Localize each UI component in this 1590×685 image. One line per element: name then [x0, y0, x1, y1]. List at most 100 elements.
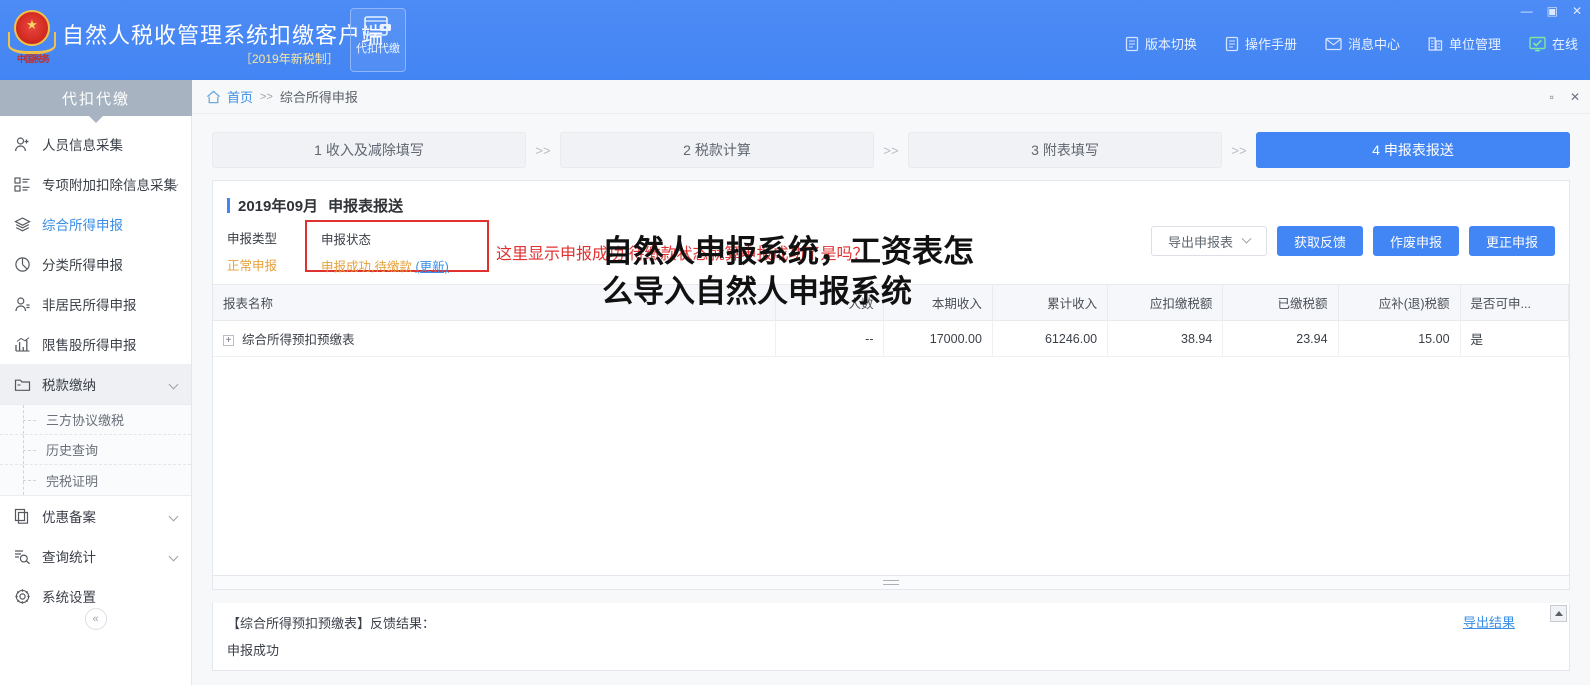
step-declaration-submit[interactable]: 4 申报表报送 — [1256, 132, 1570, 168]
menu-item-online-status[interactable]: 在线 — [1529, 34, 1578, 53]
cell-can-declare: 是 — [1460, 320, 1570, 357]
panel-splitter[interactable] — [213, 575, 1569, 589]
declaration-panel: 2019年09月 申报表报送 申报类型 正常申报 申报状态 申报成功,待缴款 (… — [212, 180, 1570, 590]
sidebar-item-label: 税款缴纳 — [42, 378, 96, 393]
sidebar-item-classified-income[interactable]: 分类所得申报 — [0, 244, 191, 284]
home-icon — [206, 90, 221, 103]
step-label: 2 税款计算 — [683, 142, 751, 158]
column-header-current-income[interactable]: 本期收入 — [883, 284, 993, 321]
cell-tax-paid: 23.94 — [1222, 320, 1339, 357]
declaration-status-value: 申报成功,待缴款 (更新) — [321, 256, 475, 275]
feedback-area: 【综合所得预扣预缴表】反馈结果： 申报成功 导出结果 — [212, 603, 1570, 671]
sidebar-item-label: 查询统计 — [42, 550, 96, 565]
step-income-fill[interactable]: 1 收入及减除填写 — [212, 132, 526, 168]
void-declaration-button[interactable]: 作废申报 — [1372, 226, 1459, 256]
menu-item-message-center[interactable]: 消息中心 — [1325, 34, 1400, 53]
sidebar-item-label: 分类所得申报 — [42, 258, 123, 273]
mode-switch-button[interactable]: 代扣代缴 — [350, 8, 406, 72]
column-header-tax-payable[interactable]: 应扣缴税额 — [1107, 284, 1224, 321]
expand-row-icon[interactable]: + — [223, 335, 234, 347]
declaration-type-value: 正常申报 — [227, 259, 278, 273]
scroll-up-button[interactable] — [1550, 605, 1567, 622]
step-separator: >> — [535, 142, 551, 158]
menu-item-version-switch[interactable]: 版本切换 — [1125, 34, 1197, 53]
sidebar-subitem-tripartite-agreement[interactable]: 三方协议缴税 — [0, 405, 191, 435]
feedback-result: 申报成功 — [227, 643, 280, 658]
application-window: ★ 中国税务 自然人税收管理系统扣缴客户端 ［2019年新税制］ 代扣代缴 版本… — [0, 0, 1590, 685]
copy-icon — [14, 508, 36, 525]
panel-close-button[interactable]: ✕ — [1570, 90, 1580, 104]
chevron-down-icon — [168, 379, 179, 390]
title-bar: ★ 中国税务 自然人税收管理系统扣缴客户端 ［2019年新税制］ 代扣代缴 版本… — [0, 0, 1590, 80]
bar-chart-icon — [14, 336, 36, 353]
get-feedback-button[interactable]: 获取反馈 — [1276, 226, 1363, 256]
app-title: 自然人税收管理系统扣缴客户端 — [62, 23, 385, 48]
action-buttons: 导出申报表 获取反馈 作废申报 更正申报 — [1150, 226, 1555, 256]
chevron-down-icon — [1241, 233, 1252, 244]
sidebar: 代扣代缴 人员信息采集 专项附加扣除信息采集 综合所得申报 分类所得申报 非居民… — [0, 80, 192, 685]
monitor-check-icon — [1529, 36, 1546, 51]
step-label: 1 收入及减除填写 — [314, 142, 424, 158]
column-header-people-count[interactable]: 人数 — [775, 284, 885, 321]
sidebar-item-tax-payment[interactable]: 税款缴纳 — [0, 364, 191, 404]
step-attachment-fill[interactable]: 3 附表填写 — [908, 132, 1222, 168]
sidebar-item-query-statistics[interactable]: 查询统计 — [0, 536, 191, 576]
sidebar-item-label: 系统设置 — [42, 590, 96, 605]
maximize-button[interactable]: ▣ — [1547, 5, 1558, 17]
step-separator: >> — [883, 142, 899, 158]
sidebar-submenu-tax-payment: 三方协议缴税 历史查询 完税证明 — [0, 404, 191, 496]
column-header-report-name[interactable]: 报表名称 — [213, 284, 777, 321]
refresh-status-link[interactable]: (更新) — [415, 260, 448, 274]
column-header-tax-paid[interactable]: 已缴税额 — [1222, 284, 1339, 321]
panel-title-text: 申报表报送 — [328, 198, 404, 215]
sidebar-item-nonresident-income[interactable]: 非居民所得申报 — [0, 284, 191, 324]
breadcrumb-separator: >> — [260, 90, 273, 103]
correct-declaration-button[interactable]: 更正申报 — [1468, 226, 1555, 256]
export-result-link[interactable]: 导出结果 — [1463, 612, 1515, 631]
chevron-down-icon — [168, 511, 179, 522]
document-icon — [1125, 36, 1139, 51]
step-tax-calculation[interactable]: 2 税款计算 — [560, 132, 874, 168]
folder-icon — [14, 376, 36, 393]
minimize-button[interactable]: — — [1521, 5, 1533, 17]
sidebar-item-label: 非居民所得申报 — [42, 298, 137, 313]
content-area: 首页 >> 综合所得申报 ▫ ✕ 1 收入及减除填写 >> 2 税款计算 >> … — [192, 80, 1590, 685]
sidebar-item-personnel-info[interactable]: 人员信息采集 — [0, 124, 191, 164]
menu-item-label: 版本切换 — [1144, 37, 1197, 52]
national-emblem-icon: ★ 中国税务 — [8, 8, 56, 70]
sidebar-item-label: 专项附加扣除信息采集 — [42, 178, 177, 193]
search-list-icon — [14, 548, 36, 565]
menu-item-label: 操作手册 — [1244, 37, 1297, 52]
status-badge: 申报成功,待缴款 — [321, 260, 412, 274]
panel-restore-button[interactable]: ▫ — [1550, 90, 1554, 104]
declaration-status-field: 申报状态 申报成功,待缴款 (更新) — [305, 220, 489, 275]
sidebar-subitem-history-query[interactable]: 历史查询 — [0, 435, 191, 465]
sidebar-subitem-tax-certificate[interactable]: 完税证明 — [0, 465, 191, 495]
gear-icon — [14, 588, 36, 605]
sidebar-subitem-label: 完税证明 — [46, 473, 99, 489]
sidebar-item-restricted-shares[interactable]: 限售股所得申报 — [0, 324, 191, 364]
sidebar-item-special-deduction[interactable]: 专项附加扣除信息采集 — [0, 164, 191, 204]
report-name-label: 综合所得预扣预缴表 — [242, 333, 355, 347]
sidebar-item-comprehensive-income[interactable]: 综合所得申报 — [0, 204, 191, 244]
window-controls: — ▣ ✕ — [1521, 0, 1582, 22]
column-header-tax-difference[interactable]: 应补(退)税额 — [1338, 284, 1461, 321]
close-button[interactable]: ✕ — [1572, 5, 1582, 17]
column-header-can-declare[interactable]: 是否可申... — [1460, 284, 1570, 321]
step-label: 4 申报表报送 — [1372, 142, 1454, 158]
step-separator: >> — [1231, 142, 1247, 158]
breadcrumb: 首页 >> 综合所得申报 ▫ ✕ — [192, 80, 1590, 114]
menu-item-label: 消息中心 — [1347, 37, 1400, 52]
user-icon — [14, 296, 36, 313]
column-header-total-income[interactable]: 累计收入 — [992, 284, 1109, 321]
sidebar-item-label: 优惠备案 — [42, 510, 96, 525]
breadcrumb-home-link[interactable]: 首页 — [227, 87, 253, 106]
menu-item-manual[interactable]: 操作手册 — [1225, 34, 1297, 53]
table-row[interactable]: + 综合所得预扣预缴表 -- 17000.00 61246.00 38.94 23… — [213, 320, 1570, 357]
export-declaration-button[interactable]: 导出申报表 — [1150, 226, 1267, 256]
sidebar-item-preferential-filing[interactable]: 优惠备案 — [0, 496, 191, 536]
user-add-icon — [14, 136, 36, 153]
sidebar-header: 代扣代缴 — [0, 80, 192, 123]
sidebar-collapse-button[interactable]: « — [84, 608, 107, 630]
menu-item-unit-management[interactable]: 单位管理 — [1428, 34, 1501, 53]
